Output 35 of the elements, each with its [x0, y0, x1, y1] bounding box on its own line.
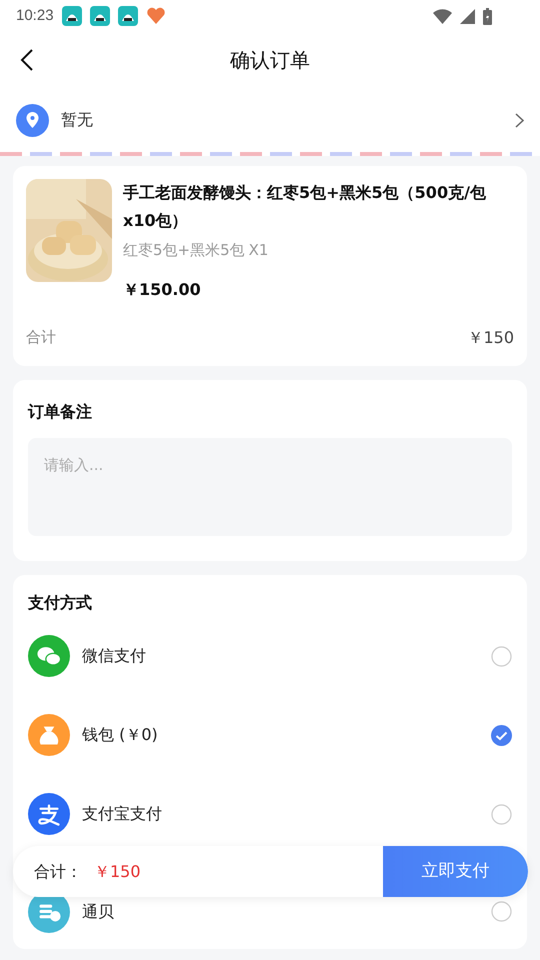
remark-input[interactable]: 请输入...: [28, 438, 512, 536]
pay-now-button[interactable]: 立即支付: [383, 846, 528, 897]
radio-unchecked[interactable]: [491, 804, 512, 824]
payment-option-label[interactable]: 支付宝支付: [82, 802, 479, 826]
bottom-total-label: 合计：: [34, 860, 82, 882]
location-pin-icon: [16, 104, 49, 136]
app-notification-icon: [90, 6, 110, 26]
payment-title: 支付方式: [28, 592, 93, 614]
signal-icon: [460, 8, 475, 24]
app-notification-icon: [62, 6, 82, 26]
payment-option-label[interactable]: 微信支付: [82, 644, 479, 668]
status-time: 10:23: [16, 6, 54, 26]
product-quantity: X1: [248, 240, 268, 261]
money-bag-icon: [28, 714, 70, 756]
radio-unchecked[interactable]: [491, 646, 512, 666]
total-amount: ￥150: [467, 326, 514, 348]
address-row[interactable]: 暂无: [0, 88, 540, 152]
chevron-right-icon: [515, 112, 524, 128]
back-chevron-icon: [20, 48, 34, 72]
radio-checked[interactable]: [491, 724, 512, 746]
product-name: 手工老面发酵馒头：红枣5包+黑米5包（500克/包x10包）: [123, 182, 487, 232]
product-spec: 红枣5包+黑米5包: [123, 240, 245, 261]
chat-bubbles-icon: [28, 635, 70, 677]
product-price: ￥150.00: [123, 278, 202, 300]
payment-option-label[interactable]: 通贝: [82, 900, 479, 924]
page-title: 确认订单: [230, 47, 310, 74]
bottom-total-amount: ￥150: [94, 860, 141, 882]
battery-icon: [483, 8, 492, 24]
heart-icon: [146, 7, 166, 25]
payment-option-label[interactable]: 钱包 (￥0): [82, 723, 479, 747]
app-notification-icon: [118, 6, 138, 26]
total-label: 合计: [26, 327, 56, 348]
wifi-icon: [433, 8, 452, 24]
radio-unchecked[interactable]: [491, 901, 512, 922]
remark-title: 订单备注: [28, 400, 93, 422]
